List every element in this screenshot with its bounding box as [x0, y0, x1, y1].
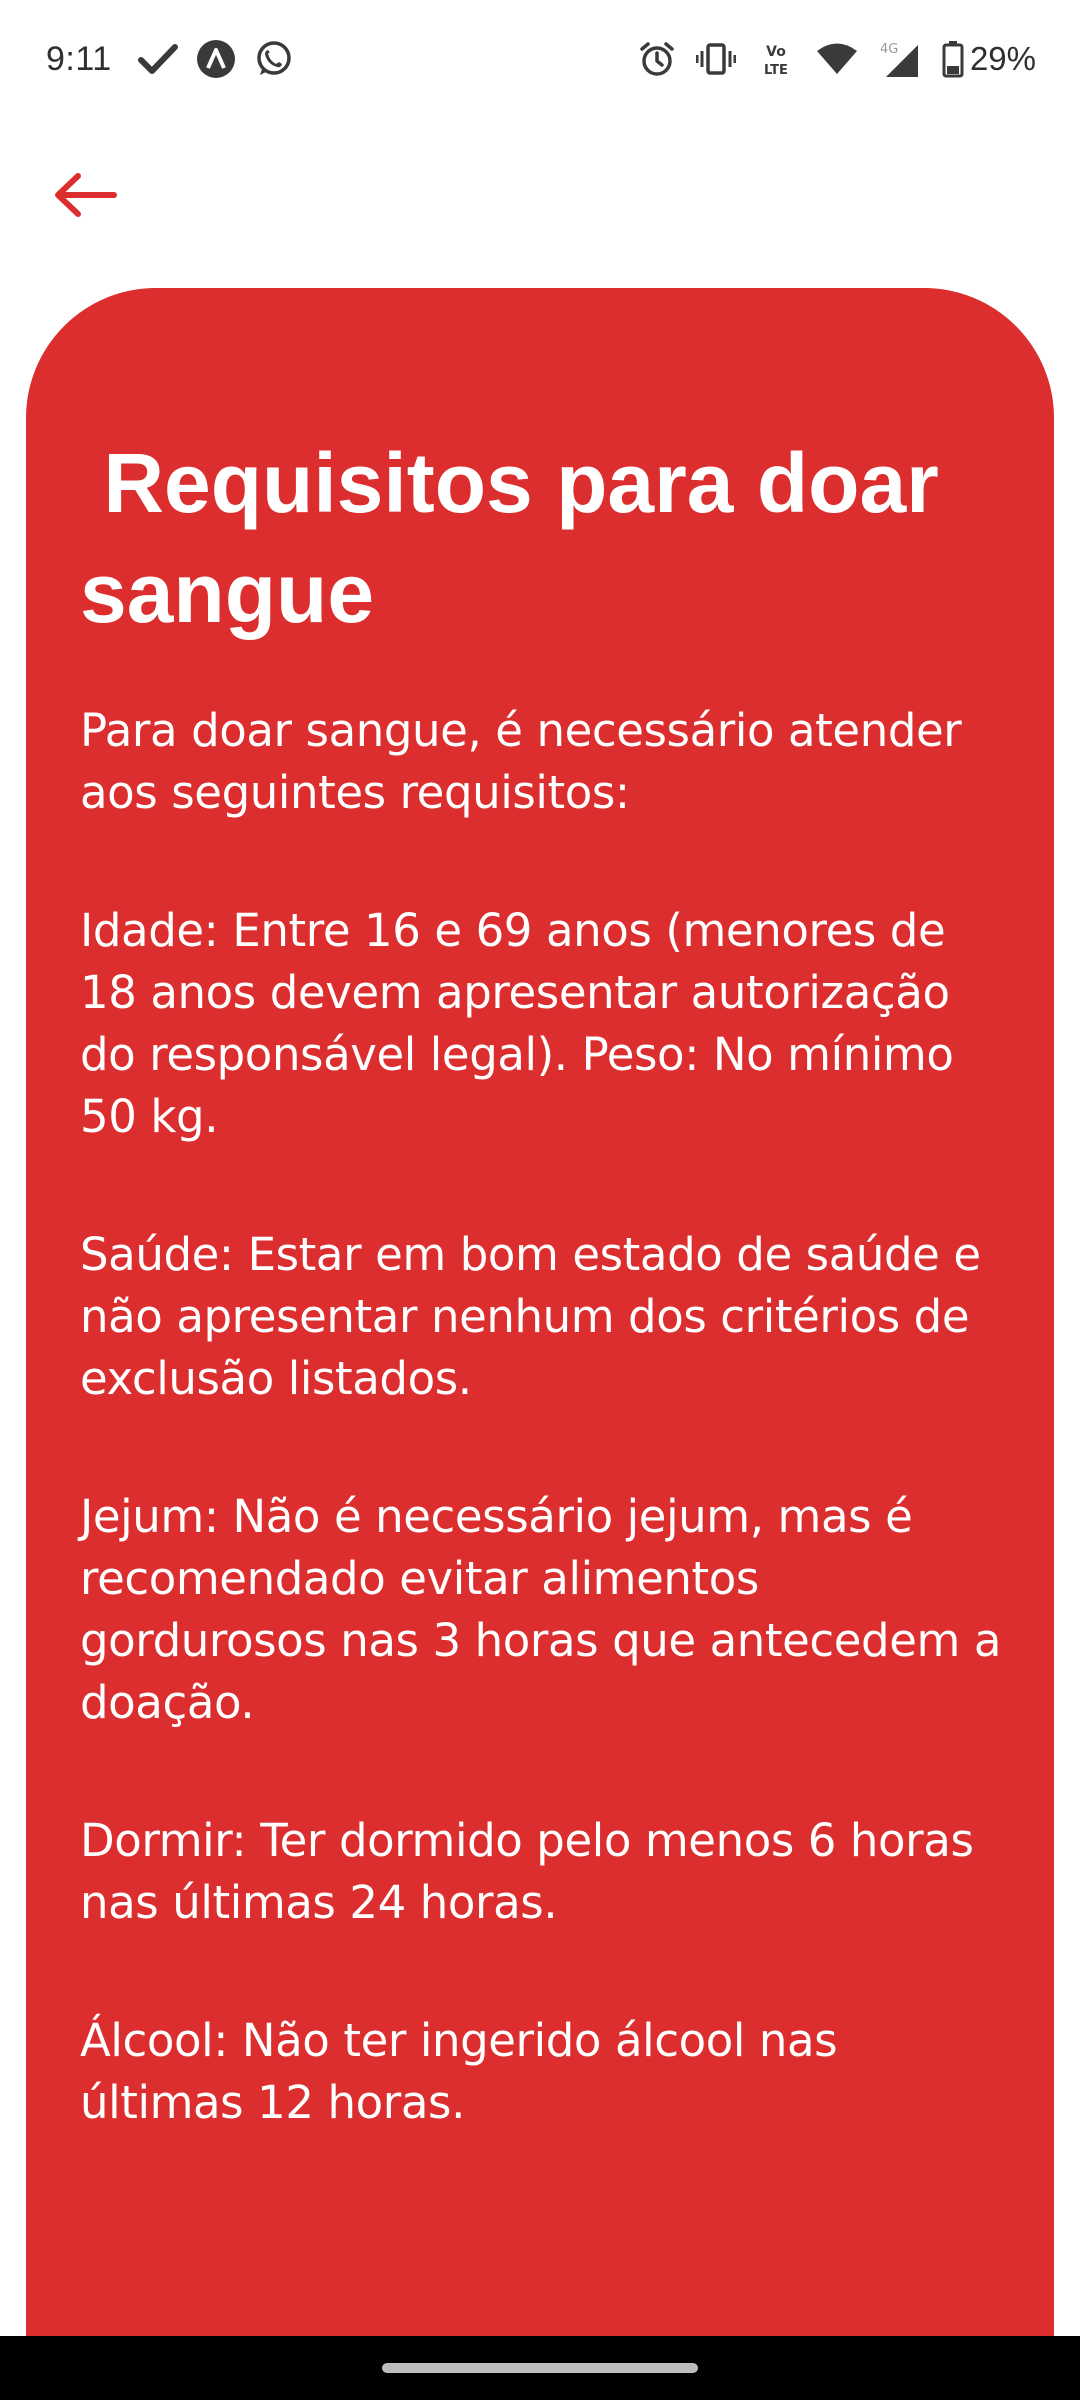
- back-button[interactable]: [50, 160, 140, 230]
- arrow-left-icon: [55, 173, 117, 217]
- status-bar-left: 9:11: [46, 39, 312, 79]
- status-bar: 9:11 Vo LTE 4G 29%: [0, 0, 1080, 118]
- requirement-health: Saúde: Estar em bom estado de saúde e nã…: [80, 1228, 981, 1405]
- volte-icon: Vo LTE: [756, 39, 796, 79]
- svg-text:LTE: LTE: [764, 63, 788, 78]
- svg-text:Vo: Vo: [766, 44, 786, 60]
- status-time: 9:11: [46, 39, 112, 78]
- vibrate-icon: [695, 41, 736, 77]
- page-title: Requisitos para doar sangue: [80, 436, 939, 640]
- requirement-sleep: Dormir: Ter dormido pelo menos 6 horas n…: [80, 1814, 974, 1929]
- 4g-signal-icon: 4G: [878, 39, 922, 79]
- svg-text:4G: 4G: [880, 42, 898, 57]
- requirement-fasting: Jejum: Não é necessário jejum, mas é rec…: [80, 1490, 1002, 1729]
- status-bar-right: Vo LTE 4G 29%: [618, 39, 1036, 79]
- whatsapp-icon: [254, 39, 294, 79]
- check-icon: [137, 42, 178, 76]
- home-gesture-handle[interactable]: [382, 2363, 698, 2373]
- battery-icon: [942, 40, 964, 78]
- battery-percentage: 29%: [969, 40, 1036, 77]
- autonomo-app-icon: [196, 39, 236, 79]
- intro-paragraph: Para doar sangue, é necessário atender a…: [80, 704, 962, 819]
- requirements-card: Requisitos para doar sangue Para doar sa…: [26, 288, 1054, 2400]
- wifi-icon: [816, 42, 858, 76]
- requirement-alcohol: Álcool: Não ter ingerido álcool nas últi…: [80, 2014, 838, 2129]
- requirement-age-weight: Idade: Entre 16 e 69 anos (menores de 18…: [80, 904, 954, 1143]
- alarm-icon: [638, 40, 676, 78]
- screen: 9:11 Vo LTE 4G 29% Requisitos para doar …: [0, 0, 1080, 2400]
- navigation-bar: [0, 2336, 1080, 2400]
